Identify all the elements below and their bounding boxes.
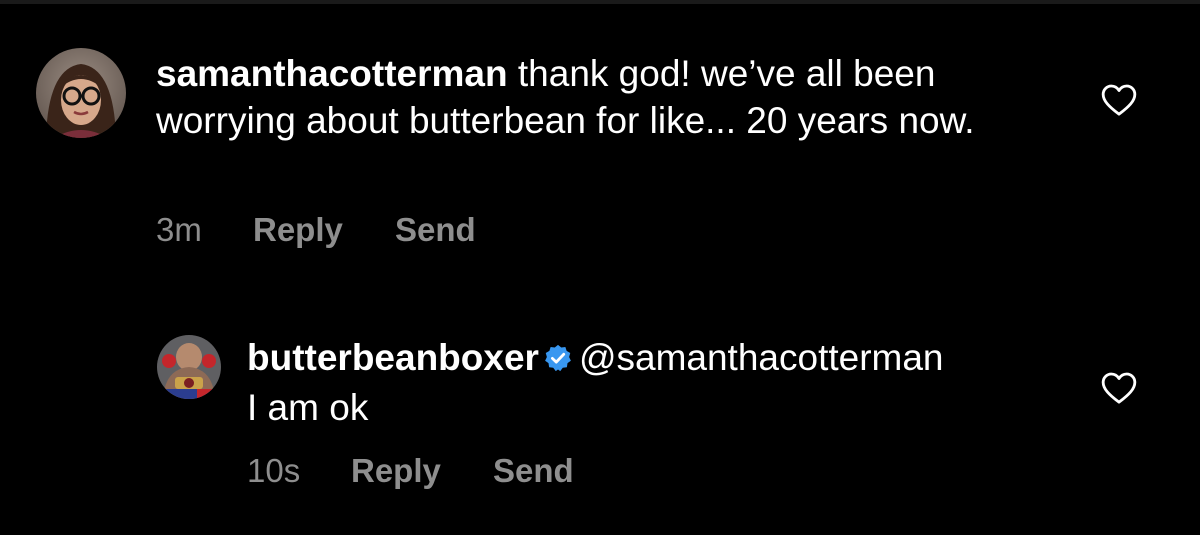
reply-button[interactable]: Reply <box>351 452 493 490</box>
send-button[interactable]: Send <box>493 452 574 490</box>
comment-meta: 3m Reply Send <box>156 211 476 249</box>
like-button[interactable] <box>1099 368 1139 408</box>
username[interactable]: samanthacotterman <box>156 53 508 94</box>
username[interactable]: butterbeanboxer <box>247 337 539 378</box>
comment-text: samanthacotterman thank god! we’ve all b… <box>156 50 1056 144</box>
profile-photo-icon <box>157 335 221 399</box>
timestamp: 10s <box>247 452 301 489</box>
profile-photo-icon <box>36 48 126 138</box>
heart-outline-icon <box>1101 84 1137 116</box>
like-button[interactable] <box>1099 80 1139 120</box>
mention-link[interactable]: @samanthacotterman <box>579 337 944 378</box>
heart-outline-icon <box>1101 372 1137 404</box>
avatar[interactable] <box>157 335 221 399</box>
reply-button[interactable]: Reply <box>253 211 395 249</box>
comment-butterbeanboxer: butterbeanboxer @samanthacotterman I am o… <box>0 290 1200 535</box>
avatar[interactable] <box>36 48 126 138</box>
comment-text: butterbeanboxer @samanthacotterman I am o… <box>247 334 1087 431</box>
send-button[interactable]: Send <box>395 211 476 249</box>
timestamp: 3m <box>156 211 202 248</box>
verified-badge-icon <box>543 337 573 384</box>
comment-samanthacotterman: samanthacotterman thank god! we’ve all b… <box>0 0 1200 270</box>
comment-body: I am ok <box>247 387 369 428</box>
comment-meta: 10s Reply Send <box>247 452 574 490</box>
